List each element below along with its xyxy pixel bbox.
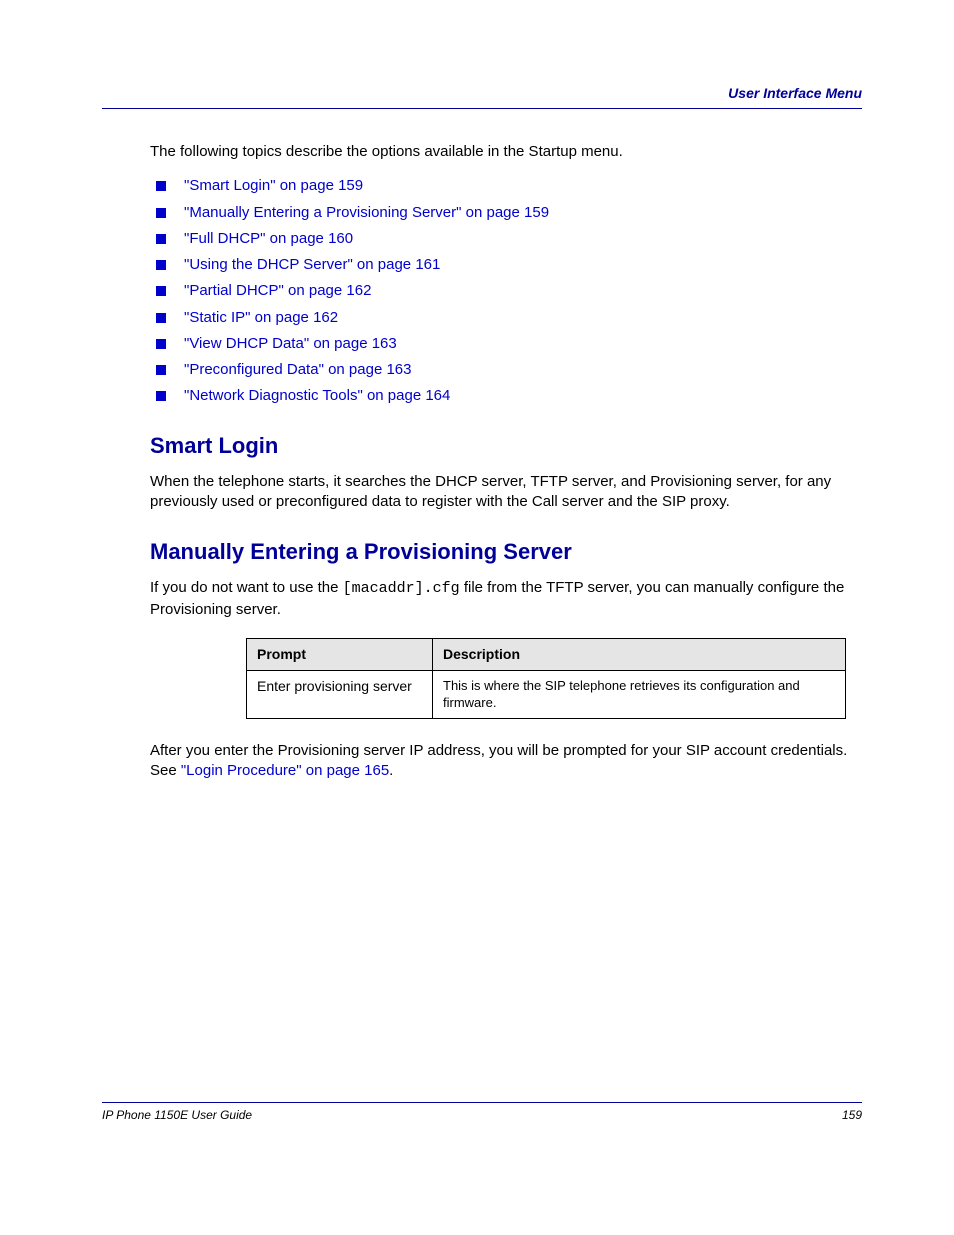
prompt-table: Prompt Description Enter provisioning se…	[246, 638, 846, 719]
list-item: "Network Diagnostic Tools" on page 164	[150, 386, 862, 406]
table-header-prompt: Prompt	[247, 638, 433, 670]
topic-page: 161	[415, 256, 440, 273]
page-content: The following topics describe the option…	[150, 142, 862, 795]
bullet-square-icon	[156, 181, 166, 191]
list-item: "Full DHCP" on page 160	[150, 229, 862, 249]
topic-label: "Using the DHCP Server"	[184, 256, 353, 273]
bullet-square-icon	[156, 313, 166, 323]
period: .	[389, 762, 393, 779]
login-procedure-link[interactable]: "Login Procedure" on page 165	[181, 762, 389, 779]
footer-doc-title: IP Phone 1150E User Guide	[102, 1107, 252, 1123]
post-table-paragraph: After you enter the Provisioning server …	[150, 741, 862, 782]
topic-bullet-list: "Smart Login" on page 159 "Manually Ente…	[150, 176, 862, 406]
topic-page: 163	[386, 361, 411, 378]
footer-page-number: 159	[842, 1107, 862, 1123]
bullet-square-icon	[156, 339, 166, 349]
topic-page: 163	[372, 335, 397, 352]
topic-link[interactable]: "Static IP" on page 162	[184, 309, 338, 326]
topic-page: 162	[313, 309, 338, 326]
topic-link[interactable]: "Full DHCP" on page 160	[184, 230, 353, 247]
para-text: If you do not want to use the	[150, 579, 343, 596]
topic-page: 159	[524, 204, 549, 221]
topic-label: "Static IP"	[184, 309, 251, 326]
bullet-square-icon	[156, 234, 166, 244]
topic-link[interactable]: "Preconfigured Data" on page 163	[184, 361, 412, 378]
topic-label: "Preconfigured Data"	[184, 361, 324, 378]
topic-page: 164	[425, 387, 450, 404]
list-item: "Static IP" on page 162	[150, 308, 862, 328]
list-item: "Manually Entering a Provisioning Server…	[150, 203, 862, 223]
page: User Interface Menu The following topics…	[0, 0, 954, 1235]
topic-page: 160	[328, 230, 353, 247]
topic-link[interactable]: "Partial DHCP" on page 162	[184, 282, 371, 299]
topic-page: 159	[338, 177, 363, 194]
topic-label: "Smart Login"	[184, 177, 276, 194]
topic-page: 162	[346, 282, 371, 299]
footer-rule	[102, 1102, 862, 1103]
smart-login-paragraph: When the telephone starts, it searches t…	[150, 472, 862, 513]
section-heading-smart-login: Smart Login	[150, 431, 862, 461]
topic-link[interactable]: "Manually Entering a Provisioning Server…	[184, 204, 549, 221]
table-header-row: Prompt Description	[247, 638, 846, 670]
list-item: "View DHCP Data" on page 163	[150, 334, 862, 354]
intro-paragraph: The following topics describe the option…	[150, 142, 862, 162]
topic-label: "Network Diagnostic Tools"	[184, 387, 363, 404]
list-item: "Smart Login" on page 159	[150, 176, 862, 196]
topic-link[interactable]: "Using the DHCP Server" on page 161	[184, 256, 440, 273]
header-title: User Interface Menu	[728, 84, 862, 103]
list-item: "Preconfigured Data" on page 163	[150, 360, 862, 380]
topic-link[interactable]: "View DHCP Data" on page 163	[184, 335, 397, 352]
table-header-description: Description	[433, 638, 846, 670]
topic-link[interactable]: "Network Diagnostic Tools" on page 164	[184, 387, 450, 404]
topic-label: "View DHCP Data"	[184, 335, 309, 352]
table-row: Enter provisioning server This is where …	[247, 670, 846, 718]
bullet-square-icon	[156, 208, 166, 218]
bullet-square-icon	[156, 286, 166, 296]
topic-link[interactable]: "Smart Login" on page 159	[184, 177, 363, 194]
prompt-cell: Enter provisioning server	[247, 670, 433, 718]
prompt-table-wrap: Prompt Description Enter provisioning se…	[246, 638, 862, 719]
bullet-square-icon	[156, 365, 166, 375]
bullet-square-icon	[156, 391, 166, 401]
topic-label: "Manually Entering a Provisioning Server…	[184, 204, 461, 221]
topic-label: "Partial DHCP"	[184, 282, 284, 299]
provisioning-paragraph: If you do not want to use the [macaddr].…	[150, 578, 862, 620]
header-rule	[102, 108, 862, 109]
topic-label: "Full DHCP"	[184, 230, 266, 247]
section-heading-provisioning: Manually Entering a Provisioning Server	[150, 537, 862, 567]
bullet-square-icon	[156, 260, 166, 270]
list-item: "Partial DHCP" on page 162	[150, 281, 862, 301]
description-cell: This is where the SIP telephone retrieve…	[433, 670, 846, 718]
filename-code: [macaddr].cfg	[343, 580, 460, 597]
list-item: "Using the DHCP Server" on page 161	[150, 255, 862, 275]
